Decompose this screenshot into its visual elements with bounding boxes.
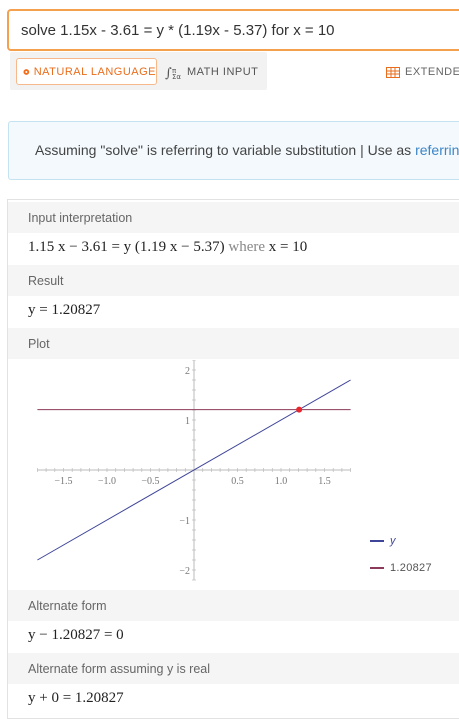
alternate-form-real-title: Alternate form assuming y is real	[28, 662, 211, 676]
query-text[interactable]: solve 1.15x - 3.61 = y * (1.19x - 5.37) …	[21, 22, 335, 39]
legend-item-y: y	[370, 535, 396, 547]
x-tick-label: −1.0	[98, 476, 116, 487]
intersection-point	[296, 406, 303, 413]
legend-label-y: y	[390, 535, 396, 547]
y-tick-label: 2	[185, 366, 190, 377]
alternate-form-real-header: Alternate form assuming y is real	[8, 653, 459, 684]
input-interpretation-header: Input interpretation	[8, 202, 459, 233]
natural-language-button[interactable]: NATURAL LANGUAGE	[16, 58, 157, 85]
plot-header: Plot	[8, 328, 459, 359]
x-tick-label: −0.5	[141, 476, 159, 487]
input-where: where	[228, 239, 266, 255]
plot-title: Plot	[28, 337, 50, 351]
alternate-form-title: Alternate form	[28, 599, 107, 613]
extended-keyboard-label: EXTENDED	[405, 66, 459, 78]
gear-icon	[23, 68, 30, 75]
math-input-button[interactable]: ∫ π Σα MATH INPUT	[165, 58, 258, 85]
extended-keyboard-button[interactable]: EXTENDED	[386, 66, 459, 78]
keyboard-icon	[386, 66, 400, 78]
y-tick-label: −1	[179, 516, 190, 527]
result-header: Result	[8, 265, 459, 296]
legend-item-value: 1.20827	[370, 562, 432, 574]
result-title: Result	[28, 274, 64, 288]
legend-swatch-y	[370, 540, 384, 542]
x-tick-label: 0.5	[231, 476, 244, 487]
input-equation: 1.15 x − 3.61 = y (1.19 x − 5.37)	[28, 239, 225, 255]
input-interpretation-title: Input interpretation	[28, 211, 133, 225]
svg-text:∫: ∫	[165, 66, 172, 80]
natural-language-label: NATURAL LANGUAGE	[33, 65, 156, 78]
alternate-form-value: y − 1.20827 = 0	[28, 627, 124, 643]
y-tick-label: 1	[185, 416, 190, 427]
legend-label-value: 1.20827	[390, 562, 432, 574]
legend-swatch-value	[370, 567, 384, 569]
assumption-message: Assuming "solve" is referring to variabl…	[35, 142, 416, 158]
input-condition: x = 10	[268, 239, 308, 255]
assumption-link[interactable]: referring	[415, 142, 459, 158]
alternate-form-header: Alternate form	[8, 590, 459, 621]
result-value: y = 1.20827	[28, 302, 101, 318]
x-tick-label: 1.0	[275, 476, 288, 487]
svg-text:Σα: Σα	[172, 73, 181, 80]
x-tick-label: 1.5	[318, 476, 331, 487]
assumption-text: Assuming "solve" is referring to variabl…	[35, 142, 459, 158]
math-symbol-icon: ∫ π Σα	[165, 66, 181, 80]
results-panel: Input interpretation 1.15 x − 3.61 = y (…	[7, 199, 459, 719]
alternate-form-real-value: y + 0 = 1.20827	[28, 690, 124, 706]
math-input-label: MATH INPUT	[187, 65, 259, 78]
y-tick-label: −2	[179, 566, 190, 577]
plot-chart: −1.5 −1.0 −0.5 0.5 1.0 1.5 −2 −1 1 2	[37, 360, 351, 581]
x-tick-label: −1.5	[54, 476, 72, 487]
assumption-banner: Assuming "solve" is referring to variabl…	[8, 121, 459, 180]
input-interpretation-body: 1.15 x − 3.61 = y (1.19 x − 5.37) where …	[28, 239, 307, 256]
query-input[interactable]: solve 1.15x - 3.61 = y * (1.19x - 5.37) …	[7, 9, 459, 51]
